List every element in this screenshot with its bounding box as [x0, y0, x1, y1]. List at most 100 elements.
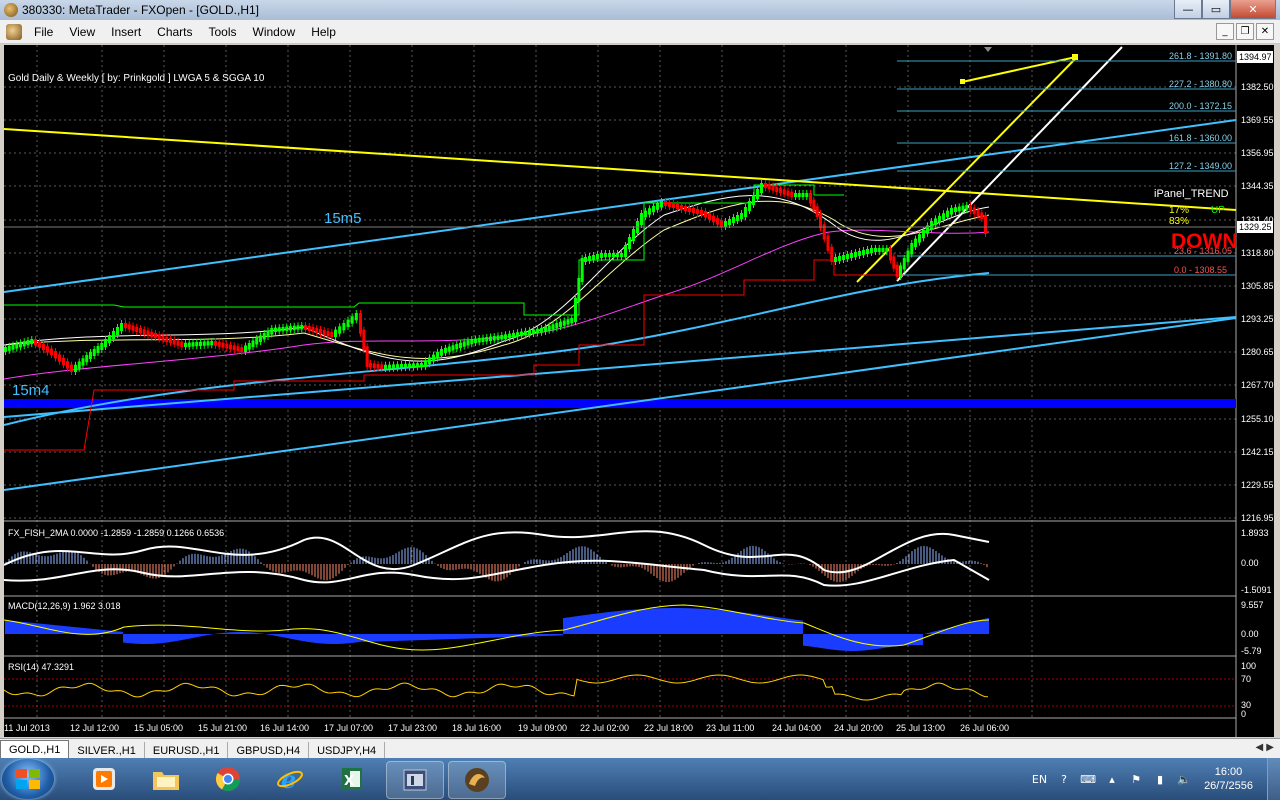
candle-body: [885, 248, 889, 252]
candle-body: [930, 221, 933, 230]
candle-body: [644, 210, 647, 217]
candle-body: [247, 343, 251, 350]
taskbar: e X EN ? ⌨ ▴ ⚑ ▮ 🔈 16:00 26/7/2556: [0, 758, 1280, 800]
tab-gold-h1[interactable]: GOLD.,H1: [0, 740, 70, 759]
metatrader-taskbar-button[interactable]: [448, 761, 506, 799]
candle-body: [108, 335, 111, 343]
candle-body: [889, 248, 892, 261]
fib-label: 127.2 - 1349.00: [1169, 161, 1232, 171]
candle-body: [520, 331, 523, 337]
volume-icon[interactable]: 🔈: [1177, 772, 1191, 786]
ipanel-pct-up: 17%: [1169, 205, 1189, 216]
candle-body: [648, 208, 651, 215]
ipanel-title: iPanel_TREND: [1154, 188, 1229, 200]
candle-body: [70, 364, 73, 372]
mdi-minimize-button[interactable]: _: [1216, 23, 1234, 40]
candle-body: [474, 338, 477, 343]
candle-body: [562, 320, 566, 326]
internet-explorer-button[interactable]: e: [262, 761, 318, 797]
candle-body: [684, 206, 687, 211]
flag-icon[interactable]: ⚑: [1129, 772, 1143, 786]
file-explorer-button[interactable]: [138, 761, 194, 797]
candle-body: [311, 327, 315, 332]
minimize-button[interactable]: —: [1174, 0, 1202, 19]
candle-body: [946, 210, 949, 218]
candle-body: [608, 253, 611, 257]
candle-body: [767, 184, 771, 190]
time-tick: 23 Jul 11:00: [706, 723, 754, 733]
candle-body: [600, 253, 603, 258]
tab-scroll-arrows[interactable]: ◀ ▶: [1255, 742, 1274, 753]
price-chart[interactable]: 261.8 - 1391.80 227.2 - 1380.80 200.0 - 13…: [4, 45, 1274, 737]
candle-body: [736, 215, 739, 221]
candle-body: [895, 264, 899, 277]
menu-insert[interactable]: Insert: [103, 25, 149, 39]
candle-body: [826, 235, 830, 251]
candle-body: [536, 328, 539, 334]
menu-window[interactable]: Window: [245, 25, 304, 39]
excel-button[interactable]: X: [324, 761, 380, 797]
candle-body: [580, 258, 584, 282]
chevron-up-icon[interactable]: ▴: [1105, 772, 1119, 786]
candle-body: [362, 329, 366, 351]
macd-label: MACD(12,26,9) 1.962 3.018: [8, 601, 121, 611]
price-axis: 1382.501369.551356.951344.351331.401318.…: [1241, 82, 1274, 523]
tab-gbpusd-h4[interactable]: GBPUSD,H4: [228, 742, 310, 759]
candle-body: [555, 323, 559, 329]
menu-tools[interactable]: Tools: [201, 25, 245, 39]
media-player-button[interactable]: [76, 761, 132, 797]
menu-file[interactable]: File: [26, 25, 61, 39]
maximize-button[interactable]: ▭: [1202, 0, 1230, 19]
tab-usdjpy-h4[interactable]: USDJPY,H4: [309, 742, 386, 759]
keyboard-icon[interactable]: ⌨: [1080, 772, 1096, 786]
candle-body: [616, 253, 619, 257]
price-tick: 1382.50: [1241, 82, 1274, 92]
chart-shift-marker: [984, 47, 992, 52]
candle-body: [58, 354, 61, 362]
clock[interactable]: 16:00 26/7/2556: [1204, 765, 1253, 793]
network-icon[interactable]: ▮: [1153, 772, 1167, 786]
candle-body: [470, 339, 474, 345]
time-tick: 26 Jul 06:00: [960, 723, 1009, 733]
candle-body: [640, 213, 643, 225]
ipanel-up-label: UP: [1211, 205, 1225, 216]
fisher-lines: [4, 530, 990, 587]
help-icon[interactable]: ?: [1057, 772, 1071, 786]
chart-window-icon[interactable]: [6, 23, 22, 40]
show-desktop-button[interactable]: [1267, 758, 1280, 800]
close-button[interactable]: ✕: [1230, 0, 1276, 19]
menu-charts[interactable]: Charts: [149, 25, 200, 39]
candle-body: [135, 326, 139, 332]
tab-silver-h1[interactable]: SILVER.,H1: [69, 742, 145, 759]
candle-body: [92, 349, 96, 356]
time-tick: 18 Jul 16:00: [452, 723, 501, 733]
tab-eurusd-h1[interactable]: EURUSD.,H1: [145, 742, 229, 759]
time-tick: 24 Jul 04:00: [772, 723, 821, 733]
menu-view[interactable]: View: [61, 25, 103, 39]
mdi-close-button[interactable]: ✕: [1256, 23, 1274, 40]
time-tick: 17 Jul 07:00: [324, 723, 373, 733]
price-tick: 1318.80: [1241, 248, 1274, 258]
candle-body: [922, 229, 925, 239]
price-tick: 1216.95: [1241, 513, 1274, 523]
app-window-button[interactable]: [386, 761, 444, 799]
macd-tick: 0.00: [1241, 629, 1259, 639]
candle-body: [191, 342, 195, 347]
candle-body: [748, 201, 751, 211]
candle-body: [34, 339, 37, 346]
language-indicator[interactable]: EN: [1032, 772, 1047, 786]
candle-body: [42, 343, 45, 351]
candle-body: [112, 331, 115, 339]
candle-body: [22, 341, 26, 347]
price-tick: 1356.95: [1241, 148, 1274, 158]
time-tick: 15 Jul 21:00: [198, 723, 247, 733]
candle-body: [46, 346, 49, 353]
candle-body: [7, 345, 11, 351]
start-button[interactable]: [2, 759, 54, 799]
metatrader-icon: [465, 768, 489, 792]
mdi-restore-button[interactable]: ❐: [1236, 23, 1254, 40]
candle-body: [914, 238, 917, 247]
menu-help[interactable]: Help: [303, 25, 344, 39]
chrome-button[interactable]: [200, 761, 256, 797]
rsi-axis: 10070300: [1241, 661, 1256, 719]
